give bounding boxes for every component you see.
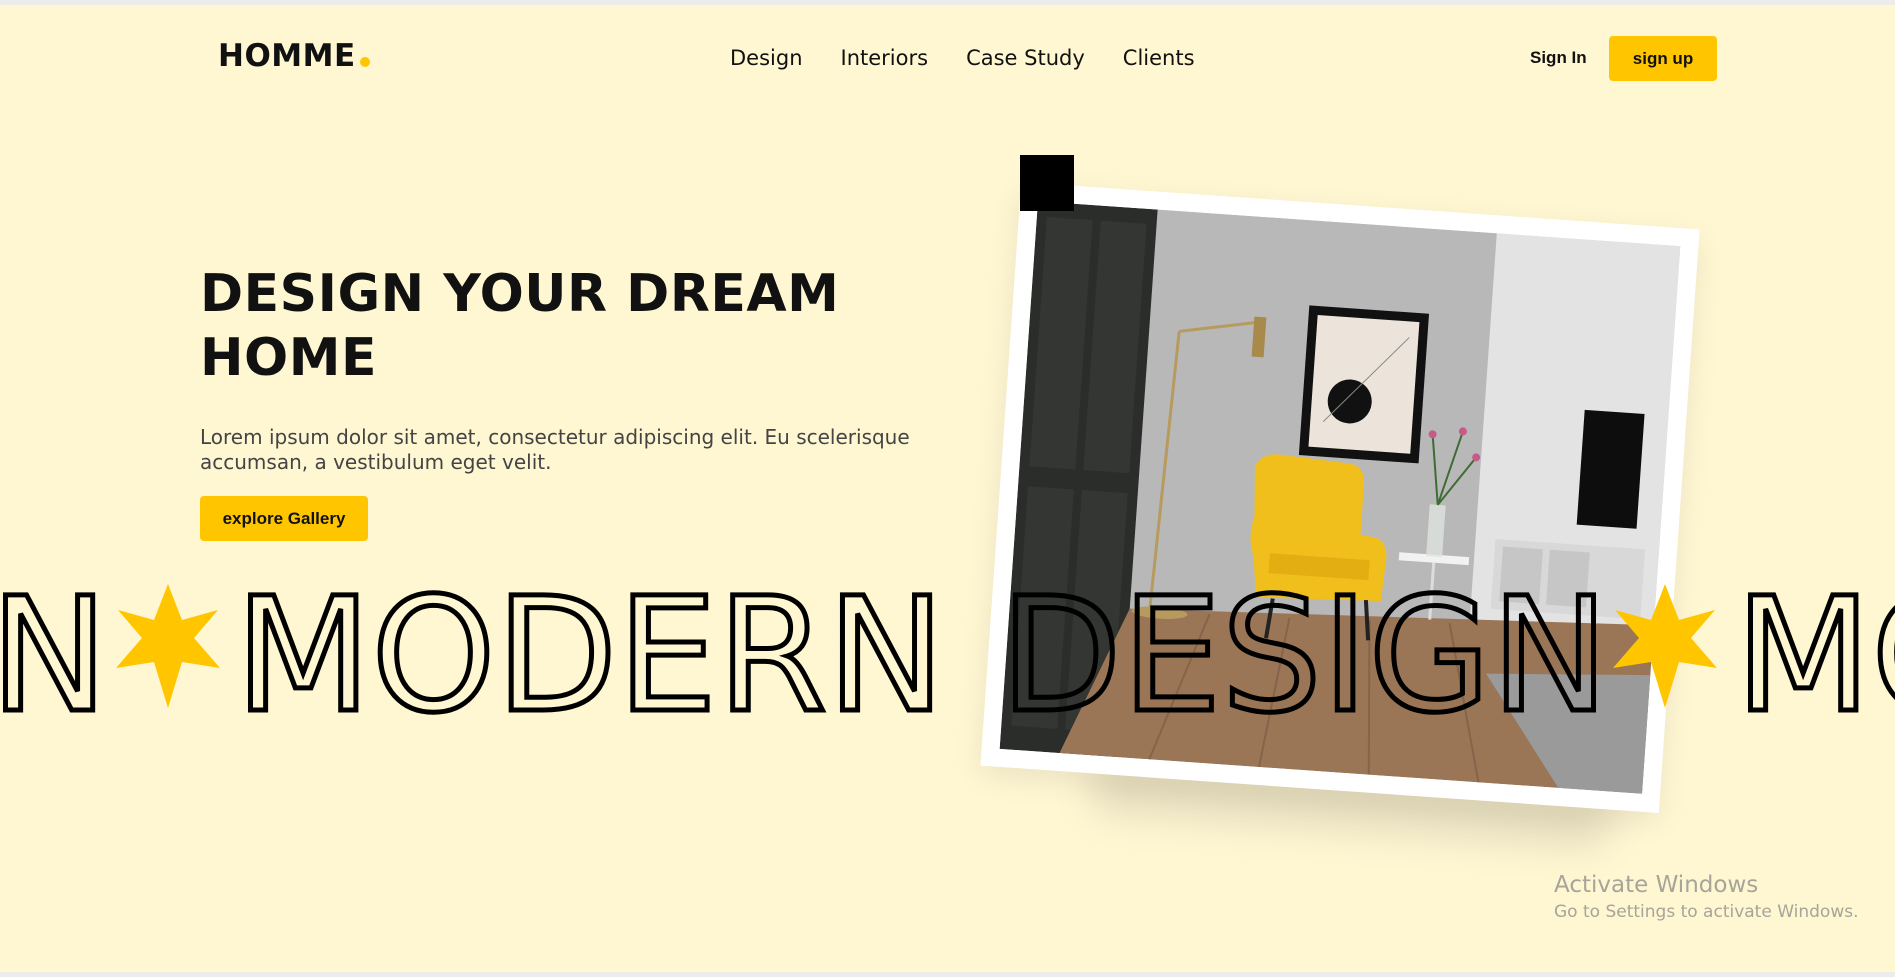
marquee-text-3: DESIGN [1000, 564, 1609, 730]
nav-link-clients[interactable]: Clients [1123, 42, 1195, 74]
explore-gallery-button[interactable]: explore Gallery [200, 496, 368, 541]
activate-windows-title: Activate Windows [1554, 872, 1759, 898]
marquee-text-4: MO [1735, 564, 1895, 730]
sign-in-link[interactable]: Sign In [1530, 46, 1587, 70]
marquee-svg: N MODERN DESIGN MO [0, 562, 1895, 731]
activate-windows-subtitle: Go to Settings to activate Windows. [1554, 902, 1859, 922]
bottom-border [0, 972, 1895, 977]
nav-link-interiors[interactable]: Interiors [841, 42, 929, 74]
logo-dot-icon [359, 57, 370, 67]
sign-up-button[interactable]: sign up [1609, 36, 1717, 81]
hero-description: Lorem ipsum dolor sit amet, consectetur … [200, 425, 960, 475]
activate-windows-watermark: Activate Windows Go to Settings to activ… [1554, 870, 1859, 924]
top-border [0, 0, 1895, 5]
marquee-text-2: MODERN [235, 564, 945, 730]
decorative-square [1020, 155, 1074, 211]
nav-link-design[interactable]: Design [730, 42, 803, 74]
star-icon [1613, 584, 1717, 708]
star-icon [116, 584, 220, 708]
logo[interactable]: HOMME [218, 32, 370, 76]
hero-title-line-2: HOME [200, 328, 377, 388]
marquee-text-1: N [0, 564, 108, 730]
nav-link-case-study[interactable]: Case Study [966, 42, 1085, 74]
hero-title: DESIGN YOUR DREAM HOME [200, 262, 840, 390]
logo-text: HOMME [218, 38, 356, 74]
marquee-banner: N MODERN DESIGN MO [0, 560, 1895, 731]
main-nav: Design Interiors Case Study Clients [730, 42, 1195, 74]
hero-title-line-1: DESIGN YOUR DREAM [200, 264, 840, 324]
hero-description-line-2: accumsan, a vestibulum eget velit. [200, 450, 552, 474]
hero-description-line-1: Lorem ipsum dolor sit amet, consectetur … [200, 425, 910, 449]
